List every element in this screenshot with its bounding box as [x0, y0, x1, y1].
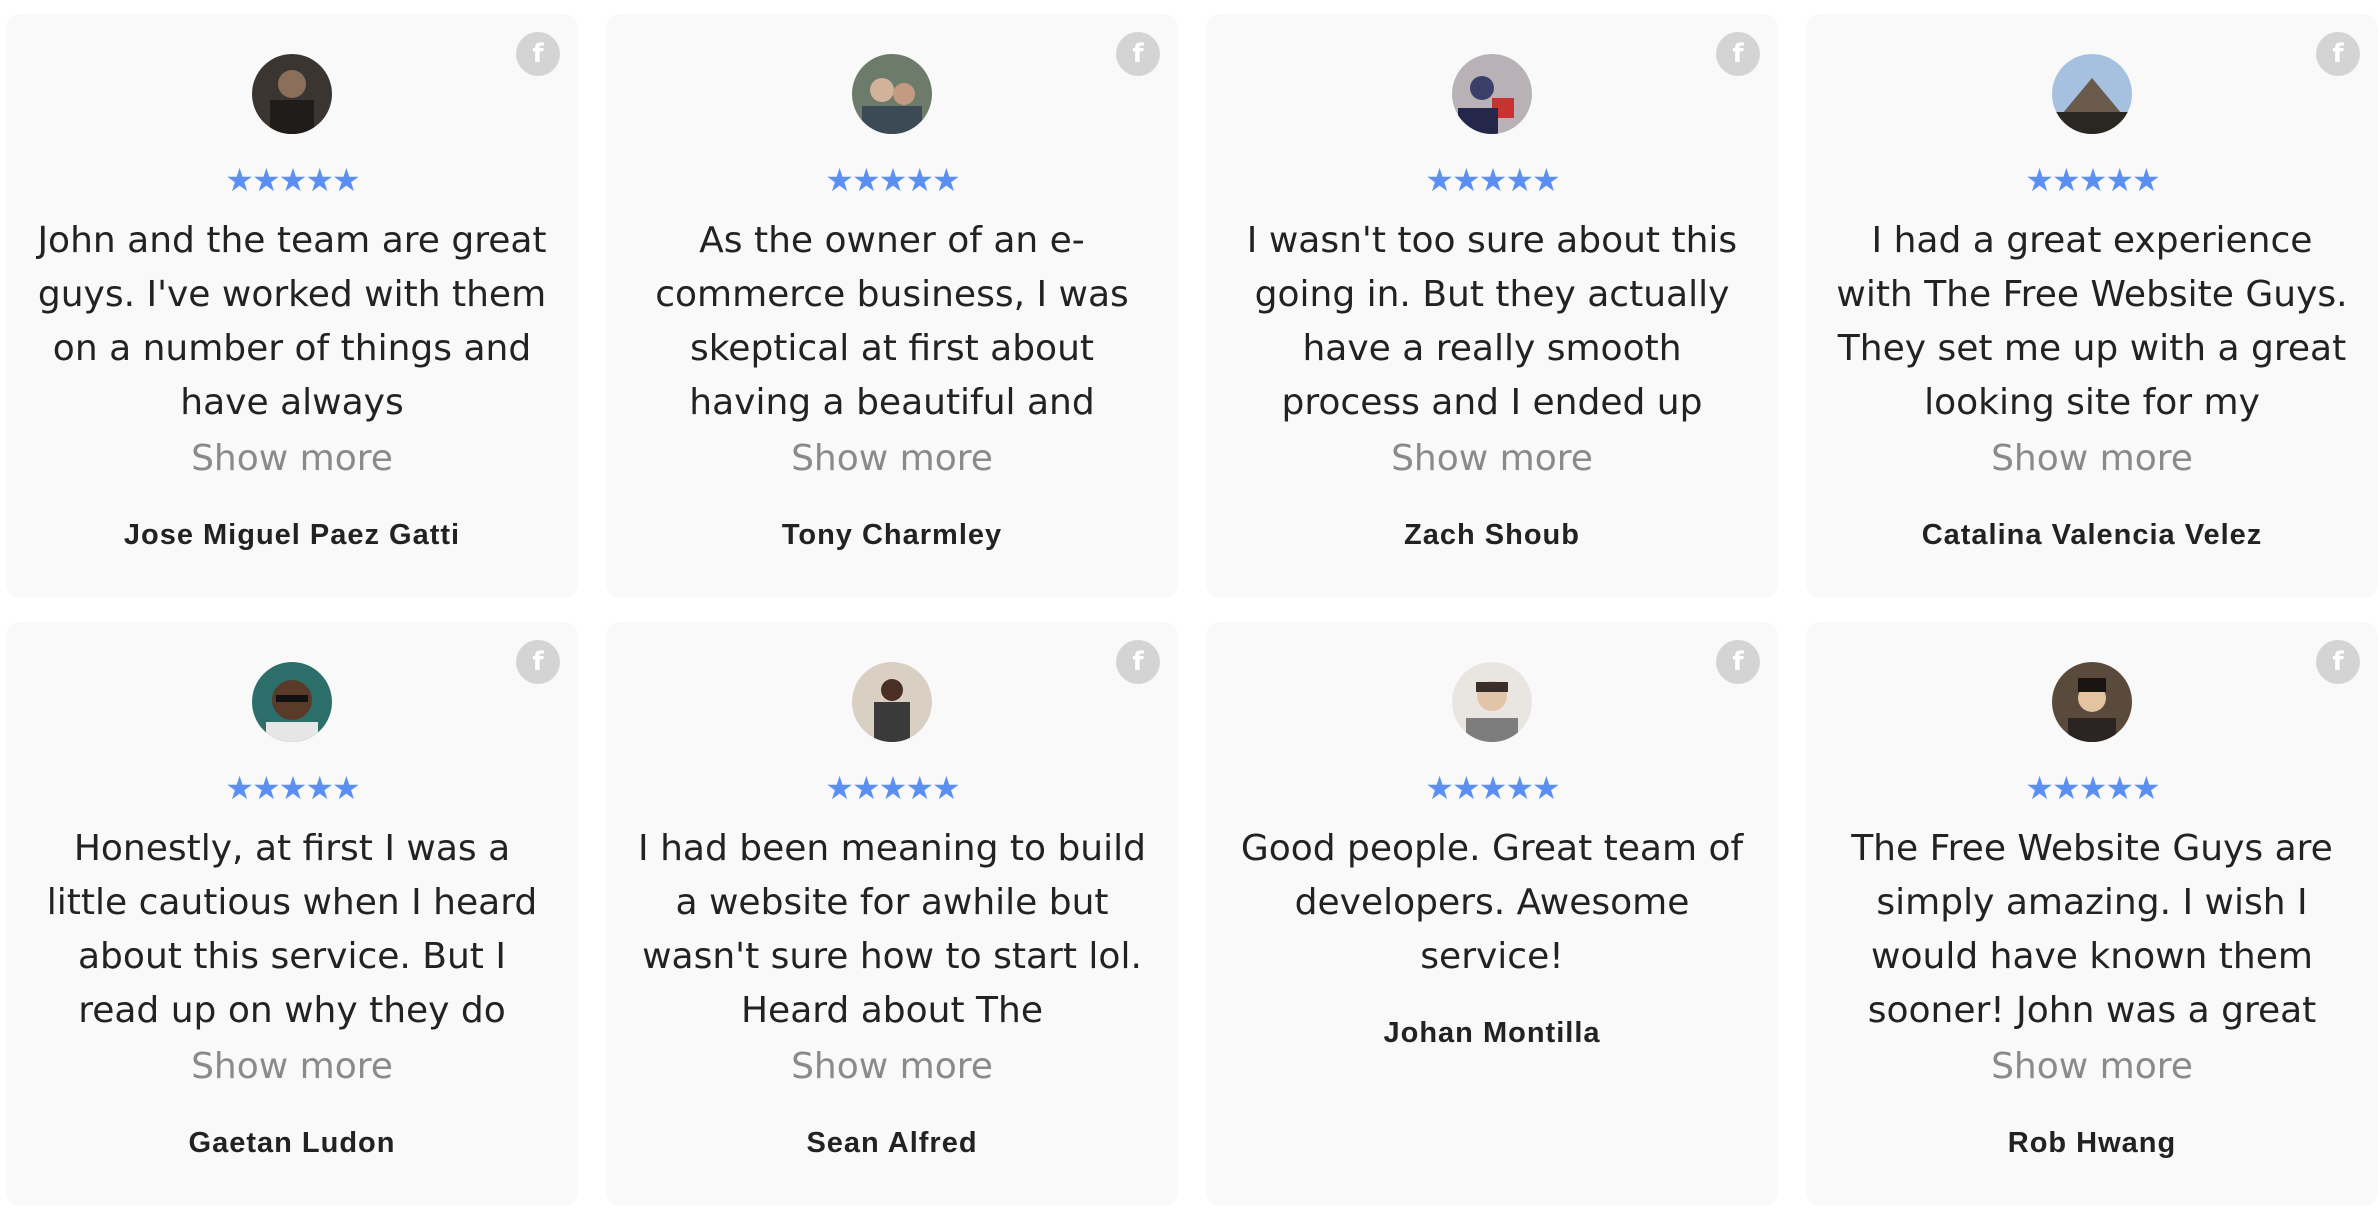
review-card: f ★★★★★ As the owner of an e-commerce bu… [606, 14, 1178, 598]
show-more-link[interactable]: Show more [606, 432, 1178, 486]
show-more-link[interactable]: Show more [6, 432, 578, 486]
review-card: f ★★★★★ Good people. Great team of devel… [1206, 622, 1778, 1206]
reviewer-name: Zach Shoub [1404, 519, 1580, 551]
show-more-link[interactable]: Show more [1206, 432, 1778, 486]
avatar [852, 662, 932, 742]
reviewer-name: Gaetan Ludon [188, 1127, 396, 1159]
review-text: The Free Website Guys are simply amazing… [1851, 828, 2333, 1031]
rating-stars: ★★★★★ [2025, 769, 2160, 807]
review-text: I had a great experience with The Free W… [1836, 220, 2348, 423]
show-more-link[interactable]: Show more [1806, 432, 2378, 486]
rating-stars: ★★★★★ [1425, 161, 1560, 199]
facebook-icon[interactable]: f [2316, 32, 2360, 76]
avatar [1452, 54, 1532, 134]
facebook-icon[interactable]: f [1716, 32, 1760, 76]
reviewer-name: Jose Miguel Paez Gatti [123, 519, 461, 551]
reviewer-name: Sean Alfred [806, 1127, 978, 1159]
show-more-link[interactable]: Show more [606, 1040, 1178, 1094]
review-text: I had been meaning to build a website fo… [638, 828, 1146, 1031]
review-card: f ★★★★★ I had been meaning to build a we… [606, 622, 1178, 1206]
review-card: f ★★★★★ John and the team are great guys… [6, 14, 578, 598]
rating-stars: ★★★★★ [225, 161, 360, 199]
facebook-icon[interactable]: f [516, 32, 560, 76]
facebook-icon[interactable]: f [516, 640, 560, 684]
avatar [1452, 662, 1532, 742]
rating-stars: ★★★★★ [225, 769, 360, 807]
review-text: John and the team are great guys. I've w… [37, 220, 547, 423]
show-more-link[interactable]: Show more [6, 1040, 578, 1094]
review-text: I wasn't too sure about this going in. B… [1246, 220, 1738, 423]
avatar [252, 662, 332, 742]
rating-stars: ★★★★★ [1425, 769, 1560, 807]
avatar [852, 54, 932, 134]
reviewer-name: Johan Montilla [1383, 1017, 1601, 1049]
review-card: f ★★★★★ The Free Website Guys are simply… [1806, 622, 2378, 1206]
rating-stars: ★★★★★ [825, 161, 960, 199]
avatar [252, 54, 332, 134]
reviewer-name: Tony Charmley [781, 519, 1003, 551]
review-card: f ★★★★★ I had a great experience with Th… [1806, 14, 2378, 598]
reviewer-name: Rob Hwang [2007, 1127, 2177, 1159]
review-text: Honestly, at first I was a little cautio… [46, 828, 538, 1031]
avatar [2052, 54, 2132, 134]
facebook-icon[interactable]: f [1716, 640, 1760, 684]
facebook-icon[interactable]: f [1116, 640, 1160, 684]
review-text: As the owner of an e-commerce business, … [655, 220, 1129, 423]
review-text: Good people. Great team of developers. A… [1240, 828, 1744, 977]
show-more-link[interactable]: Show more [1806, 1040, 2378, 1094]
facebook-icon[interactable]: f [1116, 32, 1160, 76]
reviewer-name: Catalina Valencia Velez [1921, 519, 2263, 551]
rating-stars: ★★★★★ [825, 769, 960, 807]
review-card: f ★★★★★ Honestly, at first I was a littl… [6, 622, 578, 1206]
avatar [2052, 662, 2132, 742]
rating-stars: ★★★★★ [2025, 161, 2160, 199]
review-card: f ★★★★★ I wasn't too sure about this goi… [1206, 14, 1778, 598]
facebook-icon[interactable]: f [2316, 640, 2360, 684]
reviews-grid: f ★★★★★ John and the team are great guys… [0, 0, 2378, 1210]
